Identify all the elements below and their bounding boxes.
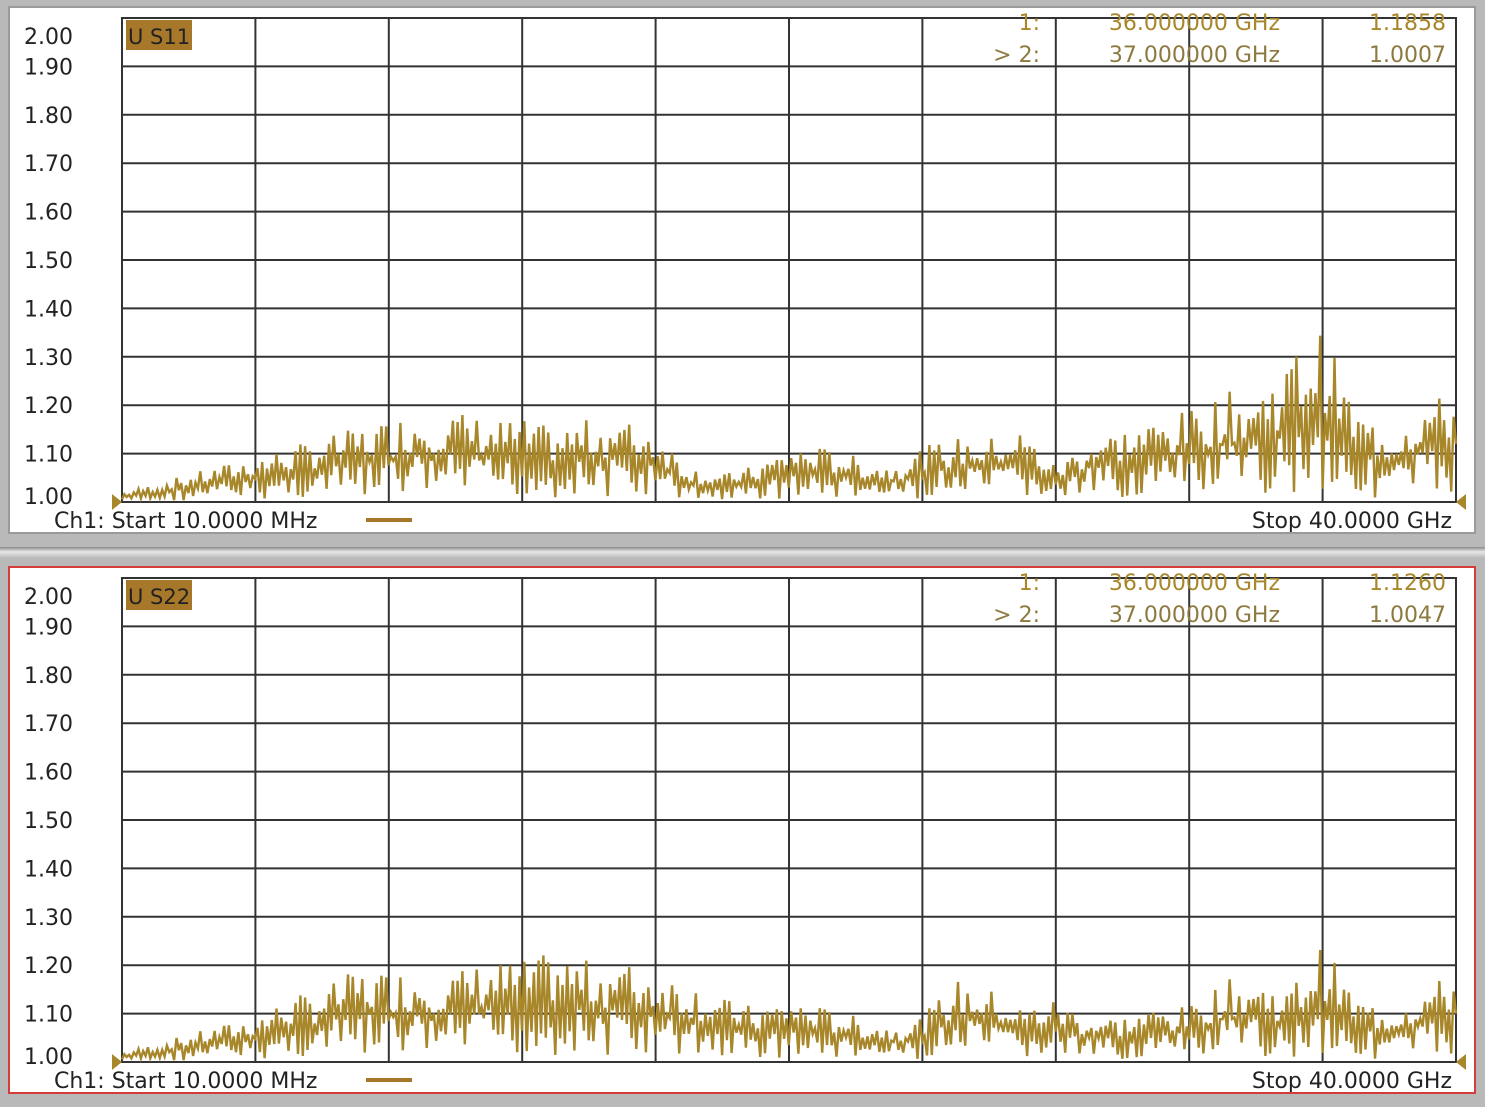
marker-id: > 2: [993,43,1040,68]
trace-label: U S11 [128,25,190,49]
marker-value: 1.1260 [1369,571,1446,596]
y-tick-label: 1.00 [24,485,73,510]
stop-frequency: Stop 40.0000 GHz [1252,509,1452,532]
y-tick-label: 1.50 [24,809,73,834]
y-tick-label: 1.70 [24,152,73,177]
marker-id: > 2: [993,603,1040,628]
marker-frequency: 36.000000 GHz [1109,571,1280,596]
y-tick-label: 1.90 [24,615,73,640]
stop-frequency: Stop 40.0000 GHz [1252,1069,1452,1092]
y-tick-label: 1.40 [24,857,73,882]
y-tick-label: 1.60 [24,201,73,226]
y-tick-label: 1.60 [24,761,73,786]
y-tick-label: 1.30 [24,906,73,931]
y-tick-label: 1.20 [24,394,73,419]
y-tick-label: 2.00 [24,585,73,610]
y-tick-label: 1.70 [24,712,73,737]
y-tick-label: 1.50 [24,249,73,274]
marker-value: 1.0007 [1369,43,1446,68]
y-tick-label: 1.80 [24,104,73,129]
marker-frequency: 36.000000 GHz [1109,11,1280,36]
trace-label: U S22 [128,585,190,609]
y-tick-label: 1.10 [24,443,73,468]
marker-id: 1: [1019,571,1040,596]
y-tick-label: 1.80 [24,664,73,689]
reference-marker-left [112,1054,122,1070]
reference-marker-right [1456,494,1466,510]
marker-value: 1.0047 [1369,603,1446,628]
start-frequency: Ch1: Start 10.0000 MHz [54,509,317,532]
s11-chart: 2.00 1.90 1.80 1.70 1.60 1.50 1.40 1.30 1.20 1.10… [24,11,1466,532]
y-tick-label: 1.90 [24,55,73,80]
marker-id: 1: [1019,11,1040,36]
marker-frequency: 37.000000 GHz [1109,43,1280,68]
s22-chart: 2.00 1.90 1.80 1.70 1.60 1.50 1.40 1.30 1.20 1.10… [24,571,1466,1092]
y-tick-label: 2.00 [24,25,73,50]
y-tick-label: 1.30 [24,346,73,371]
s22-screen: 2.00 1.90 1.80 1.70 1.60 1.50 1.40 1.30 1.20 1.10… [8,566,1476,1094]
y-tick-label: 1.10 [24,1003,73,1028]
s11-panel: 2.00 1.90 1.80 1.70 1.60 1.50 1.40 1.30 1.20 1.10… [0,0,1485,548]
y-tick-label: 1.40 [24,297,73,322]
y-tick-label: 1.20 [24,954,73,979]
marker-value: 1.1858 [1369,11,1446,36]
y-tick-label: 1.00 [24,1045,73,1070]
start-frequency: Ch1: Start 10.0000 MHz [54,1069,317,1092]
marker-frequency: 37.000000 GHz [1109,603,1280,628]
reference-marker-right [1456,1054,1466,1070]
reference-marker-left [112,494,122,510]
s22-panel: 2.00 1.90 1.80 1.70 1.60 1.50 1.40 1.30 1.20 1.10… [0,558,1485,1107]
s11-screen: 2.00 1.90 1.80 1.70 1.60 1.50 1.40 1.30 1.20 1.10… [8,6,1476,534]
